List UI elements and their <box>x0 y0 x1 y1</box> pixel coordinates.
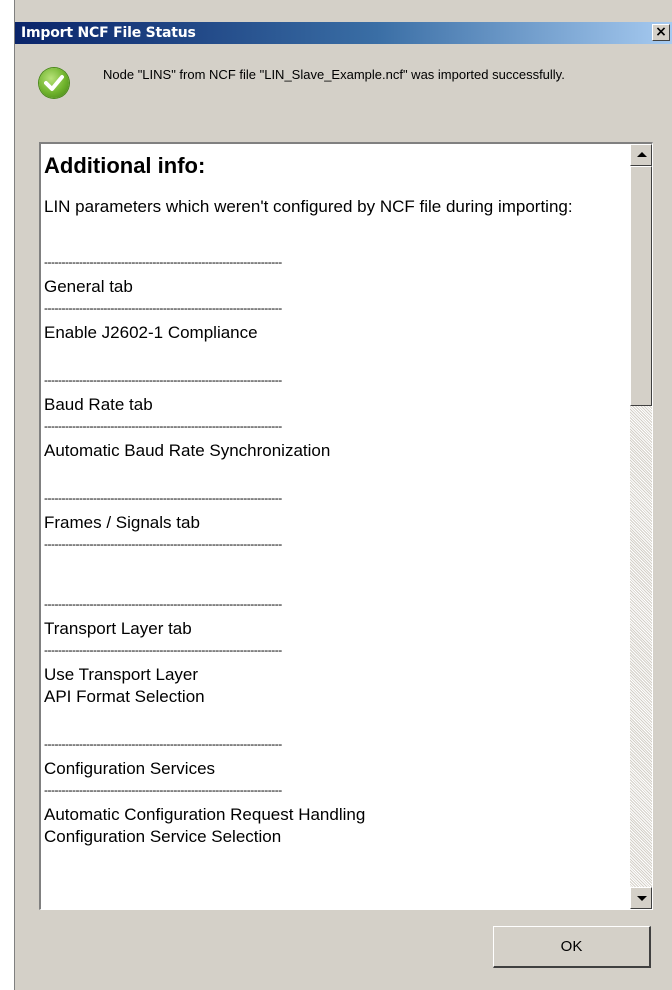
info-line: Baud Rate tab <box>44 395 153 414</box>
info-line: API Format Selection <box>44 687 205 706</box>
arrow-up-icon <box>637 152 647 157</box>
info-line: Automatic Configuration Request Handling <box>44 805 366 824</box>
separator-line: ----------------------------------------… <box>44 643 282 657</box>
scroll-thumb[interactable] <box>630 166 652 406</box>
scroll-up-button[interactable] <box>630 144 652 166</box>
arrow-down-icon <box>637 896 647 901</box>
vertical-scrollbar[interactable] <box>630 144 652 909</box>
info-line: Frames / Signals tab <box>44 513 200 532</box>
import-status-dialog: Import NCF File Status × Node "LINS" fro… <box>14 0 672 990</box>
title-bar[interactable]: Import NCF File Status × <box>15 22 672 44</box>
ok-button[interactable]: OK <box>493 926 651 968</box>
close-button[interactable]: × <box>652 24 670 41</box>
info-line: Use Transport Layer <box>44 665 199 684</box>
scroll-down-button[interactable] <box>630 887 652 909</box>
info-line: Configuration Service Selection <box>44 827 282 846</box>
additional-info-content: Additional info: LIN parameters which we… <box>44 148 614 848</box>
info-line: Enable J2602-1 Compliance <box>44 323 258 342</box>
info-line: General tab <box>44 277 133 296</box>
window-title: Import NCF File Status <box>21 25 196 41</box>
separator-line: ----------------------------------------… <box>44 737 282 751</box>
separator-line: ----------------------------------------… <box>44 783 282 797</box>
check-circle-icon <box>39 68 69 98</box>
separator-line: ----------------------------------------… <box>44 419 282 433</box>
separator-line: ----------------------------------------… <box>44 537 282 551</box>
info-line: Transport Layer tab <box>44 619 192 638</box>
info-line: Configuration Services <box>44 759 216 778</box>
info-heading: Additional info: <box>44 153 206 178</box>
separator-line: ----------------------------------------… <box>44 301 282 315</box>
separator-line: ----------------------------------------… <box>44 255 282 269</box>
separator-line: ----------------------------------------… <box>44 491 282 505</box>
background-strip <box>0 0 14 990</box>
separator-line: ----------------------------------------… <box>44 597 282 611</box>
info-line: Automatic Baud Rate Synchronization <box>44 441 331 460</box>
status-message: Node "LINS" from NCF file "LIN_Slave_Exa… <box>103 67 565 82</box>
info-intro: LIN parameters which weren't configured … <box>44 197 573 216</box>
separator-line: ----------------------------------------… <box>44 373 282 387</box>
additional-info-box[interactable]: Additional info: LIN parameters which we… <box>39 142 653 910</box>
